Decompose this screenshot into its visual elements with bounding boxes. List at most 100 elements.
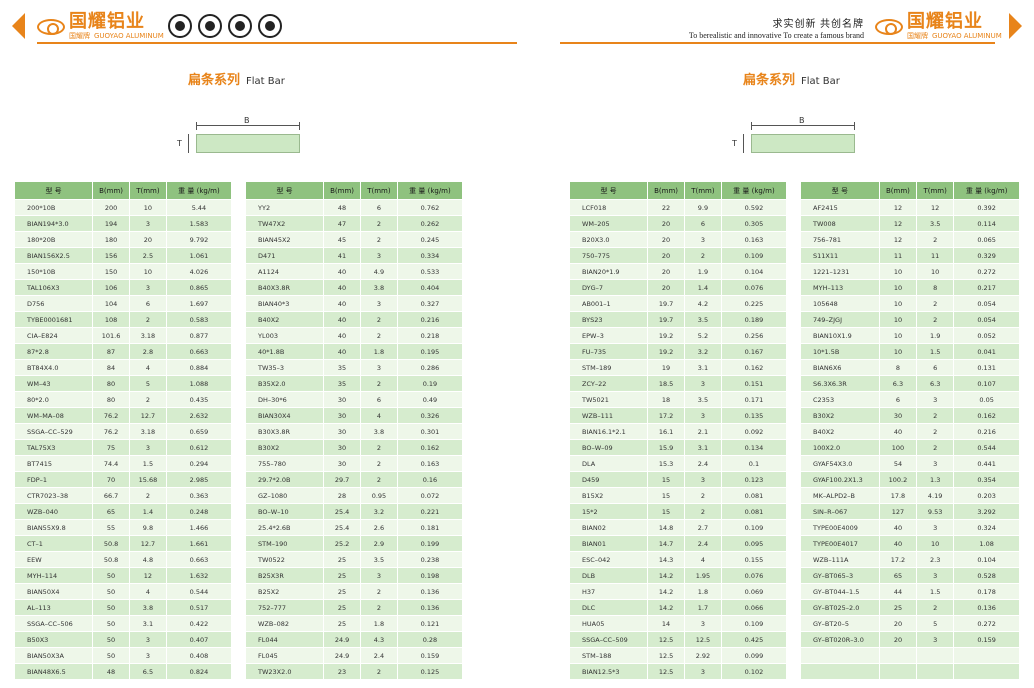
thickness-cell: 1.8 [360, 615, 398, 632]
model-cell: WZB–111 [568, 407, 649, 424]
weight-cell: 0.136 [953, 599, 1020, 616]
weight-cell: 0.294 [165, 455, 233, 472]
thickness-cell: 3 [360, 359, 398, 376]
table-row: 750–775 20 2 0.109 [568, 247, 788, 264]
model-cell: D756 [13, 295, 94, 312]
thickness-cell: 2 [360, 455, 398, 472]
table-row: WM–MA–08 76.2 12.7 2.632 [13, 407, 233, 424]
weight-cell: 0.517 [165, 599, 233, 616]
table-row: TAL106X3 106 3 0.865 [13, 279, 233, 296]
table-row: AF2415 12 12 0.392 [800, 199, 1020, 216]
section-title-right: 扁条系列 Flat Bar [743, 73, 840, 88]
weight-cell: 0.104 [953, 551, 1020, 568]
width-cell: 12.5 [647, 663, 685, 680]
weight-cell: 0.256 [720, 327, 788, 344]
thickness-cell: 2 [360, 311, 398, 328]
table-row: B40X2 40 2 0.216 [244, 311, 464, 328]
width-cell: 44 [878, 583, 918, 600]
table-row: FDP–1 70 15.68 2.985 [13, 471, 233, 488]
width-cell: 30 [323, 439, 361, 456]
thickness-cell: 2.4 [684, 455, 722, 472]
weight-cell: 0.155 [720, 551, 788, 568]
width-cell: 12 [878, 215, 918, 232]
model-cell: WM–43 [13, 375, 94, 392]
table-row: 10*1.5B 10 1.5 0.041 [800, 343, 1020, 360]
weight-cell: 2.632 [165, 407, 233, 424]
thickness-cell: 9.8 [129, 519, 167, 536]
thickness-cell: 3 [916, 567, 955, 584]
next-page-arrow-icon[interactable] [1009, 13, 1022, 39]
weight-cell: 0.163 [720, 231, 788, 248]
model-cell: TAL106X3 [13, 279, 94, 296]
width-cell: 20 [647, 247, 685, 264]
table-row: SSGA–CC–506 50 3.1 0.422 [13, 615, 233, 632]
thickness-cell: 1.9 [684, 263, 722, 280]
table-row: B35X2.0 35 2 0.19 [244, 375, 464, 392]
weight-cell: 0.162 [720, 359, 788, 376]
column-header: 型 号 [13, 181, 94, 200]
thickness-cell: 4.3 [360, 631, 398, 648]
model-cell: GZ–1080 [244, 487, 325, 504]
thickness-cell: 2 [916, 295, 955, 312]
table-row: BIAN48X6.5 48 6.5 0.824 [13, 663, 233, 680]
width-cell: 40 [878, 423, 918, 440]
width-cell: 84 [92, 359, 130, 376]
width-cell: 45 [323, 231, 361, 248]
prev-page-arrow-icon[interactable] [12, 13, 25, 39]
model-cell: BIAN194*3.0 [13, 215, 94, 232]
brand-name-en: GUOYAO ALUMINUM [932, 32, 1002, 40]
dimension-label-t: T [177, 139, 182, 148]
weight-cell: 0.162 [953, 407, 1020, 424]
thickness-cell: 4.19 [916, 487, 955, 504]
weight-cell: 0.544 [953, 439, 1020, 456]
model-cell: TW0522 [244, 551, 325, 568]
width-cell [878, 647, 918, 664]
model-cell: GYAF54X3.0 [800, 455, 880, 472]
thickness-cell: 10 [129, 199, 167, 216]
thickness-cell: 2.8 [129, 343, 167, 360]
weight-cell: 0.151 [720, 375, 788, 392]
thickness-cell: 4 [129, 359, 167, 376]
thickness-cell: 4 [684, 551, 722, 568]
table-row: BIAN20*1.9 20 1.9 0.104 [568, 263, 788, 280]
width-cell: 14.2 [647, 583, 685, 600]
width-cell: 30 [323, 423, 361, 440]
model-cell: DLA [568, 455, 649, 472]
width-cell: 40 [878, 535, 918, 552]
width-cell: 50 [92, 567, 130, 584]
weight-cell: 0.1 [720, 455, 788, 472]
model-cell: MYH–114 [13, 567, 94, 584]
thickness-cell: 3 [684, 375, 722, 392]
thickness-cell: 2 [360, 375, 398, 392]
width-cell: 25 [878, 599, 918, 616]
width-cell: 25.4 [323, 503, 361, 520]
table-row: 80*2.0 80 2 0.435 [13, 391, 233, 408]
table-row: B25X3R 25 3 0.198 [244, 567, 464, 584]
width-cell: 30 [323, 407, 361, 424]
spec-table-4: 型 号 B(mm) T(mm) 重 量 (kg/m) AF2415 12 12 0.392 TW… [800, 181, 1020, 680]
table-row: S6.3X6.3R 6.3 6.3 0.107 [800, 375, 1020, 392]
brand-logo-right: 国耀铝业 国耀牌 GUOYAO ALUMINUM [875, 13, 1006, 41]
model-cell: TAL75X3 [13, 439, 94, 456]
model-cell: EEW [13, 551, 94, 568]
thickness-cell: 6 [360, 391, 398, 408]
table-row: BIAN156X2.5 156 2.5 1.061 [13, 247, 233, 264]
weight-cell: 1.061 [165, 247, 233, 264]
width-cell: 10 [878, 279, 918, 296]
width-cell: 40 [323, 263, 361, 280]
width-cell: 6 [878, 391, 918, 408]
model-cell: BIAN6X6 [800, 359, 880, 376]
table-row: FU–735 19.2 3.2 0.167 [568, 343, 788, 360]
thickness-cell: 3.5 [360, 551, 398, 568]
model-cell: 105648 [800, 295, 880, 312]
thickness-cell: 3 [684, 615, 722, 632]
model-cell: 755–780 [244, 455, 325, 472]
thickness-cell: 6 [916, 359, 955, 376]
width-cell: 40 [323, 311, 361, 328]
width-cell: 6.3 [878, 375, 918, 392]
thickness-cell: 4 [360, 407, 398, 424]
width-cell: 25.2 [323, 535, 361, 552]
width-cell: 19.7 [647, 295, 685, 312]
model-cell: B40X2 [244, 311, 325, 328]
table-row: ESC–042 14.3 4 0.155 [568, 551, 788, 568]
